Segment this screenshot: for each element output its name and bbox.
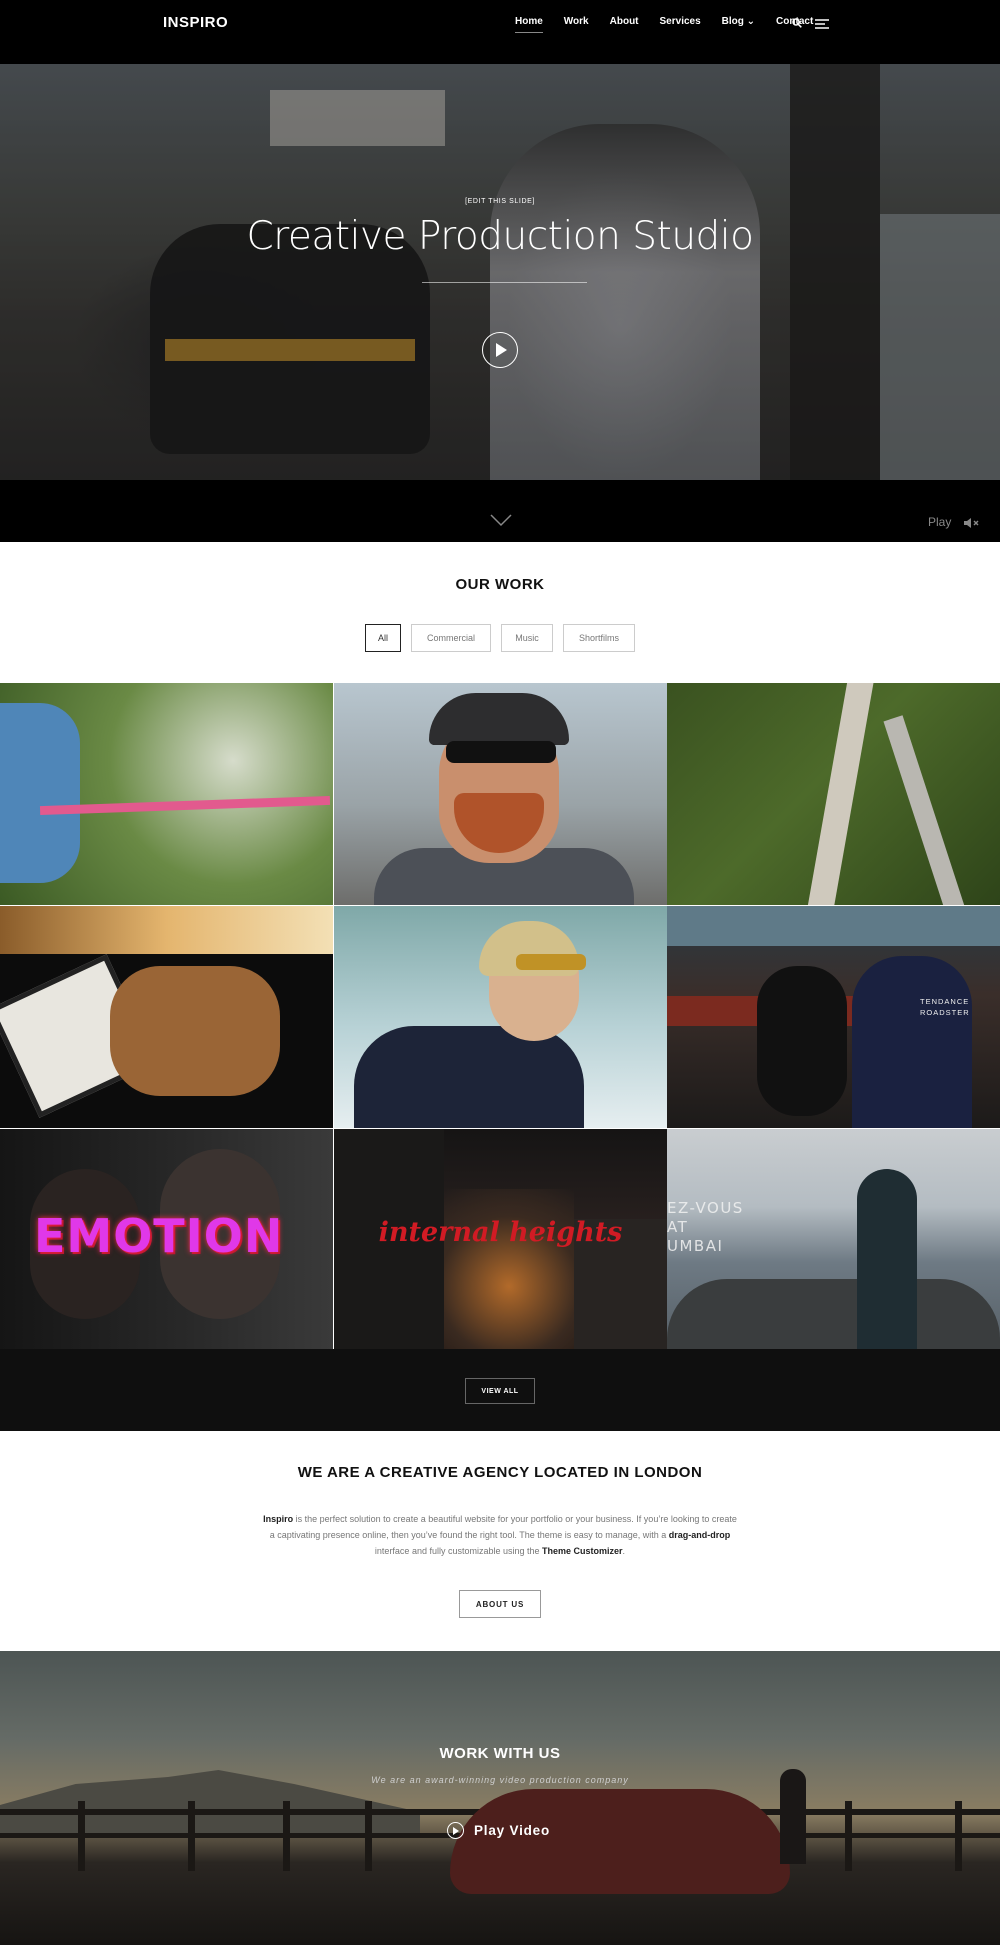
hero-divider (422, 282, 587, 283)
mute-icon[interactable] (964, 516, 980, 534)
site-logo[interactable]: INSPIRO (163, 14, 228, 31)
edit-slide-link[interactable]: [EDIT THIS SLIDE] (0, 198, 1000, 205)
hero-controls-bar (0, 480, 1000, 542)
play-video-label: Play Video (474, 1823, 551, 1838)
about-us-button[interactable]: ABOUT US (459, 1590, 541, 1618)
tile-overlay-text: EZ-VOUS AT UMBAI (667, 1199, 744, 1255)
agency-title: WE ARE A CREATIVE AGENCY LOCATED IN LOND… (297, 1464, 703, 1481)
portfolio-item[interactable]: EZ-VOUS AT UMBAI (667, 1129, 1000, 1351)
nav-item-about[interactable]: About (610, 16, 639, 27)
search-icon[interactable] (792, 15, 802, 33)
filter-music[interactable]: Music (501, 624, 553, 652)
portfolio-item[interactable] (334, 906, 667, 1128)
work-with-us-subtitle: We are an award-winning video production… (371, 1775, 629, 1785)
portfolio-item[interactable]: TENDANCE ROADSTER (667, 906, 1000, 1128)
site-header: INSPIRO Home Work About Services Blog ⌄ … (0, 0, 1000, 64)
play-icon[interactable] (482, 332, 518, 368)
tile-overlay-text: TENDANCE ROADSTER (920, 997, 970, 1017)
portfolio-item[interactable] (334, 683, 667, 905)
nav-item-blog[interactable]: Blog ⌄ (722, 16, 755, 27)
portfolio-item[interactable]: internal heights (334, 1129, 667, 1351)
nav-item-services[interactable]: Services (660, 16, 701, 27)
portfolio-filters: All Commercial Music Shortfilms (0, 624, 1000, 652)
play-toggle[interactable]: Play (928, 515, 951, 529)
hero-title: Creative Production Studio (246, 214, 754, 259)
filter-shortfilms[interactable]: Shortfilms (563, 624, 635, 652)
nav-item-work[interactable]: Work (564, 16, 589, 27)
main-nav: Home Work About Services Blog ⌄ Contact (515, 16, 834, 33)
brand-name: Inspiro (263, 1514, 294, 1524)
hero-slider: [EDIT THIS SLIDE] Creative Production St… (0, 64, 1000, 480)
nav-item-home[interactable]: Home (515, 16, 543, 33)
chevron-down-icon[interactable] (490, 513, 512, 527)
work-with-us-title: WORK WITH US (439, 1745, 561, 1762)
filter-all[interactable]: All (365, 624, 401, 652)
our-work-title: OUR WORK (455, 576, 545, 593)
play-video-button[interactable]: Play Video (447, 1822, 550, 1839)
portfolio-item[interactable] (667, 683, 1000, 905)
view-all-button[interactable]: VIEW ALL (465, 1378, 535, 1404)
portfolio-item[interactable] (0, 906, 333, 1128)
agency-description: Inspiro is the perfect solution to creat… (263, 1514, 737, 1556)
play-icon (447, 1822, 464, 1839)
menu-icon[interactable] (815, 16, 829, 34)
portfolio-grid: TENDANCE ROADSTER EMOTION internal height… (0, 683, 1000, 1351)
filter-commercial[interactable]: Commercial (411, 624, 491, 652)
work-with-us-section: WORK WITH US We are an award-winning vid… (0, 1651, 1000, 1945)
portfolio-item[interactable]: EMOTION (0, 1129, 333, 1351)
tile-overlay-text: EMOTION (34, 1209, 284, 1263)
portfolio-item[interactable] (0, 683, 333, 905)
tile-overlay-text: internal heights (378, 1217, 623, 1248)
